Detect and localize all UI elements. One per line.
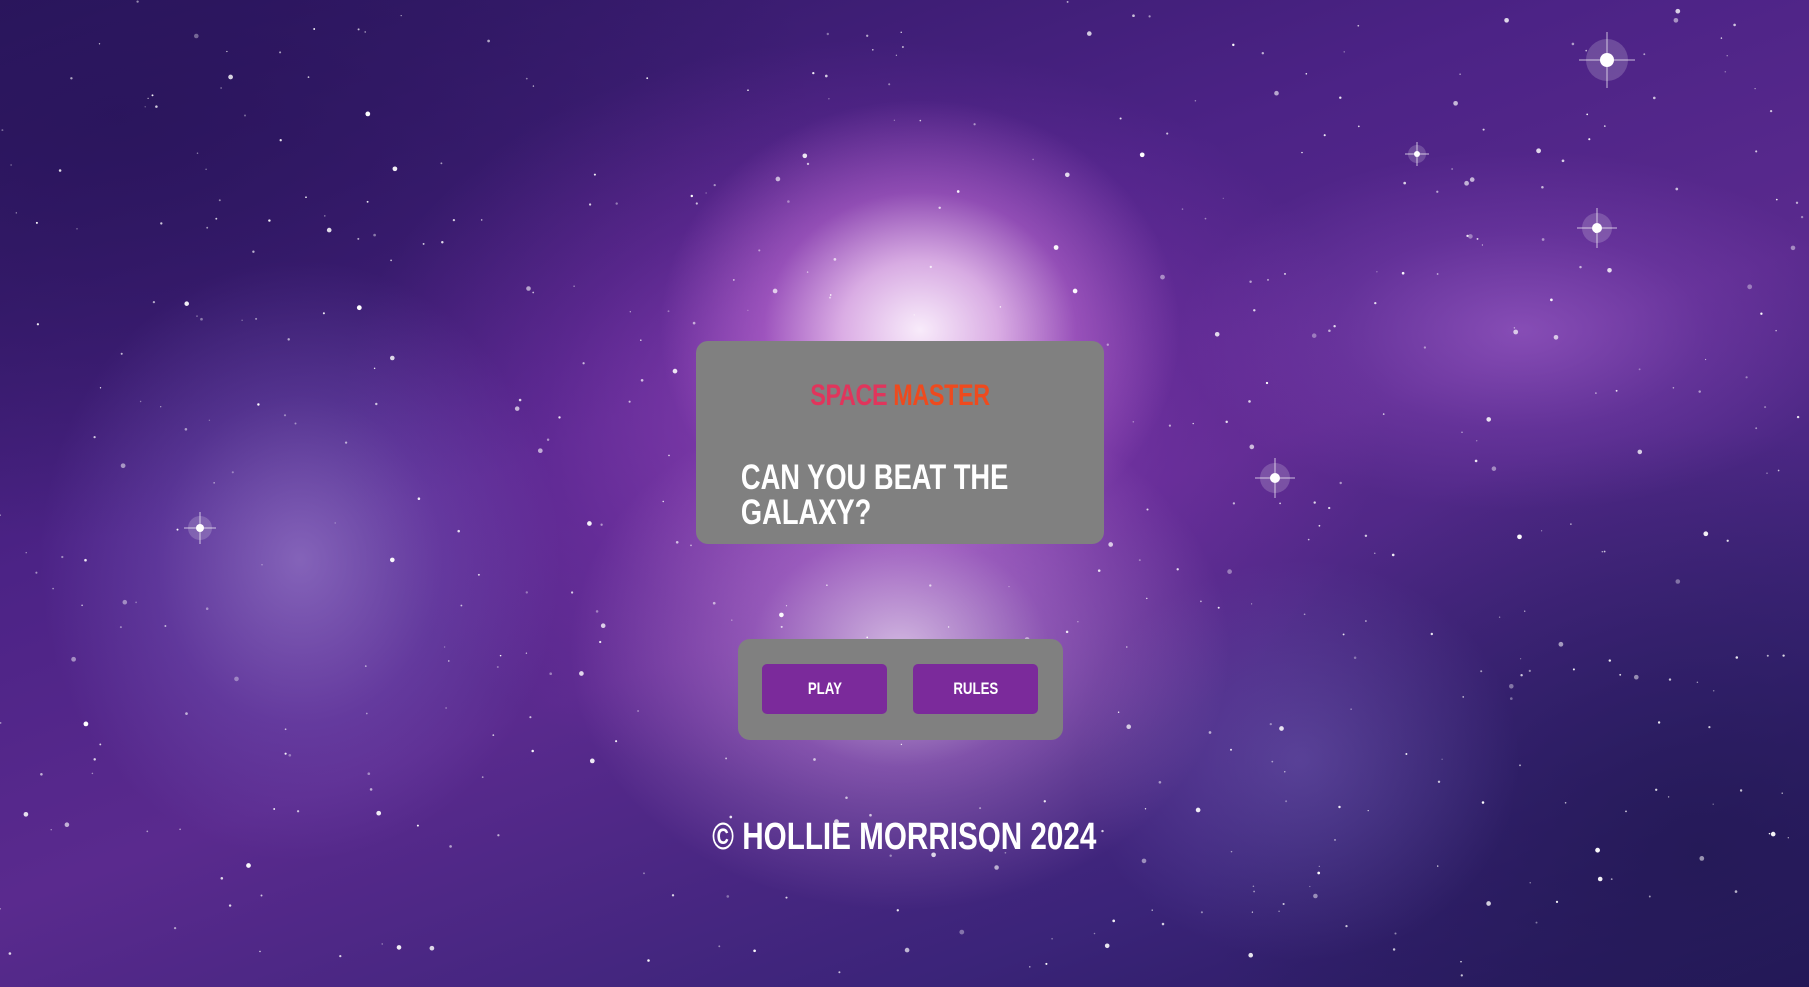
copyright-footer: © HOLLIE MORRISON 2024 xyxy=(0,818,1809,856)
rules-button[interactable]: RULES xyxy=(913,664,1038,714)
menu-card: PLAY RULES xyxy=(738,639,1063,740)
tagline: CAN YOU BEAT THE GALAXY? xyxy=(741,460,1059,530)
copyright-text: © HOLLIE MORRISON 2024 xyxy=(712,816,1097,858)
game-title-space: SPACE xyxy=(810,379,888,412)
play-button[interactable]: PLAY xyxy=(762,664,887,714)
play-button-label: PLAY xyxy=(807,679,842,698)
tagline-text: CAN YOU BEAT THE GALAXY? xyxy=(740,458,1009,532)
game-title-master: MASTER xyxy=(893,379,990,412)
rules-button-label: RULES xyxy=(953,679,998,698)
game-title: SPACE MASTER xyxy=(741,381,1059,411)
